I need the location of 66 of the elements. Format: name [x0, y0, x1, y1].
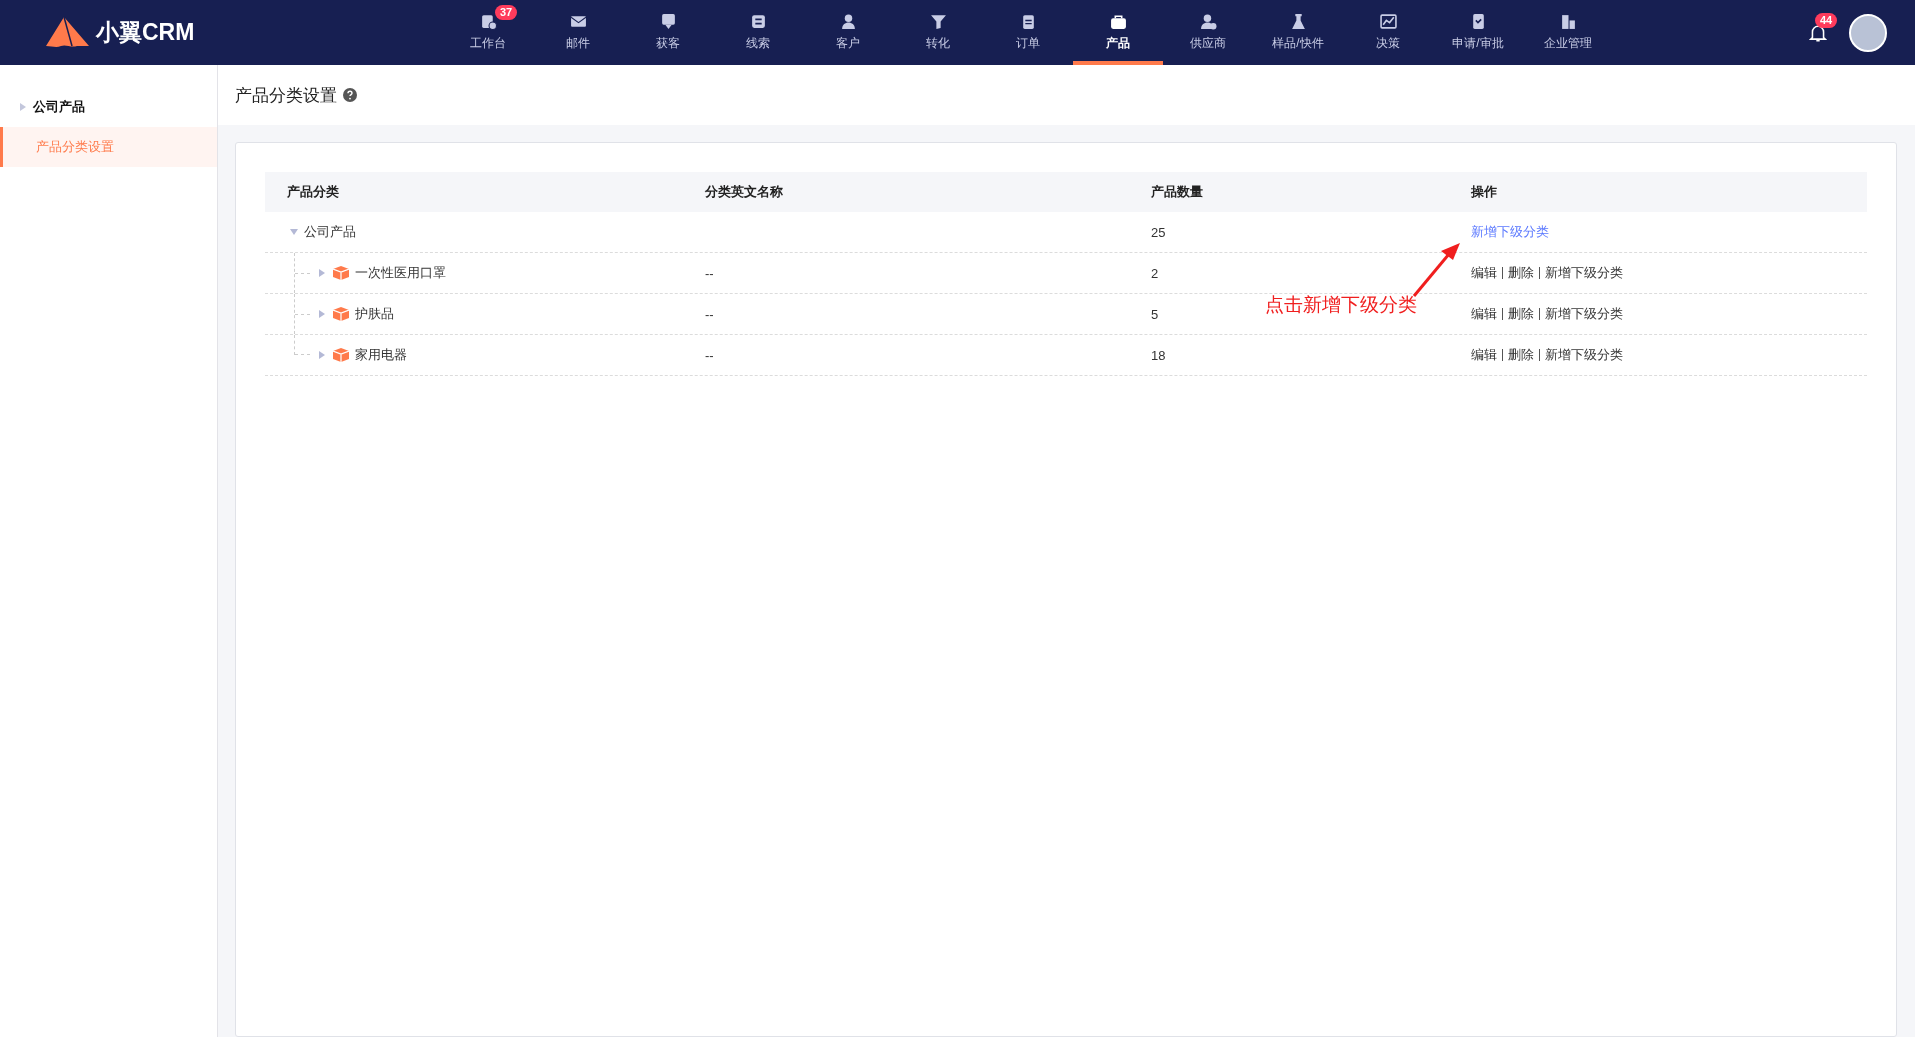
category-name: 一次性医用口罩 [355, 264, 446, 282]
avatar[interactable] [1849, 13, 1887, 52]
clue-icon [749, 13, 767, 30]
nav-tab[interactable]: 邮件 [533, 0, 623, 65]
count-badge: 37 [495, 5, 518, 20]
action-link[interactable]: 删除 [1502, 349, 1539, 361]
table-cell: 5 [1151, 306, 1159, 322]
nav-tab[interactable]: 产品 [1073, 0, 1163, 65]
action-link[interactable]: 新增下级分类 [1539, 267, 1628, 279]
nav-tab[interactable]: 订单 [983, 0, 1073, 65]
nav-tab[interactable]: 申请/审批 [1433, 0, 1523, 65]
column-header: 产品数量 [1150, 183, 1204, 201]
nav-tab[interactable]: 线索 [713, 0, 803, 65]
column-header: 产品分类 [286, 183, 340, 201]
page-title: 产品分类设置 [235, 84, 337, 107]
workbench-icon [479, 13, 497, 30]
box-icon [333, 266, 349, 280]
nav-tab[interactable]: 决策 [1343, 0, 1433, 65]
nav-tab[interactable]: 工作台 37 [443, 0, 533, 65]
table-cell: 18 [1151, 347, 1166, 363]
box-icon [333, 348, 349, 362]
help-icon[interactable] [343, 88, 357, 102]
action-link[interactable]: 编辑 [1471, 267, 1502, 279]
caret-icon [20, 103, 26, 111]
nav-tab[interactable]: 转化 [893, 0, 983, 65]
category-name: 家用电器 [355, 346, 407, 364]
brand-name: 小翼CRM [96, 18, 195, 47]
nav-tab[interactable]: 供应商 [1163, 0, 1253, 65]
table-cell: -- [705, 347, 714, 363]
table-cell: 25 [1151, 224, 1166, 240]
box-icon [333, 307, 349, 321]
caret-icon[interactable] [290, 229, 298, 235]
nav-tab[interactable]: 客户 [803, 0, 893, 65]
sidebar-group[interactable]: 公司产品 [0, 87, 217, 127]
action-link[interactable]: 删除 [1502, 308, 1539, 320]
count-badge: 44 [1815, 12, 1838, 28]
flask-icon [1289, 13, 1307, 30]
building-icon [1559, 13, 1577, 30]
action-link[interactable]: 删除 [1502, 267, 1539, 279]
caret-icon[interactable] [319, 351, 325, 359]
caret-icon[interactable] [319, 310, 325, 318]
table-cell: 2 [1151, 265, 1159, 281]
nav-tab[interactable]: 样品/快件 [1253, 0, 1343, 65]
table-cell: -- [705, 306, 714, 322]
mail-icon [569, 13, 587, 30]
person-icon [839, 13, 857, 30]
table-cell: -- [705, 265, 714, 281]
nav-tab[interactable]: 获客 [623, 0, 713, 65]
logo-icon [44, 15, 92, 50]
board-icon [659, 13, 677, 30]
chart-icon [1379, 13, 1397, 30]
column-header: 操作 [1470, 183, 1498, 201]
funnel-icon [929, 13, 947, 30]
annotation-text: 点击新增下级分类 [1265, 293, 1417, 317]
nav-tab[interactable]: 企业管理 [1523, 0, 1613, 65]
action-link[interactable]: 编辑 [1471, 308, 1502, 320]
action-link[interactable]: 新增下级分类 [1539, 349, 1628, 361]
action-link[interactable]: 新增下级分类 [1471, 226, 1554, 238]
action-link[interactable]: 新增下级分类 [1539, 308, 1628, 320]
action-link[interactable]: 编辑 [1471, 349, 1502, 361]
bag-icon [1109, 13, 1127, 30]
category-name: 公司产品 [304, 223, 356, 241]
supplier-icon [1199, 13, 1217, 30]
category-name: 护肤品 [355, 305, 394, 323]
column-header: 分类英文名称 [704, 183, 784, 201]
caret-icon[interactable] [319, 269, 325, 277]
